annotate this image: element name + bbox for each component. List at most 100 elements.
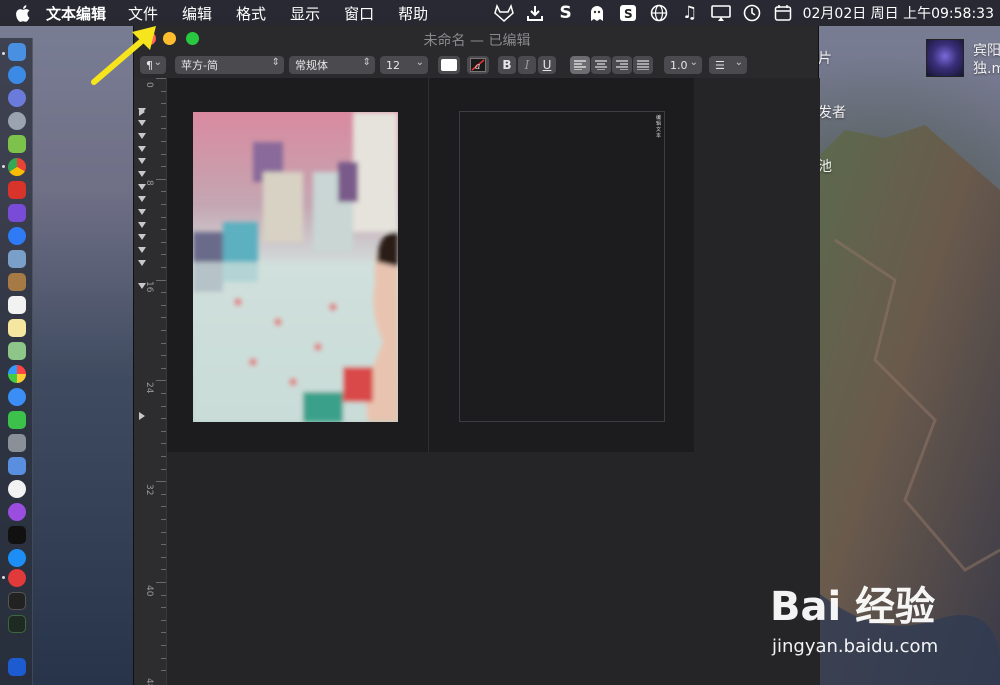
- vpn-icon[interactable]: [8, 658, 26, 676]
- keynote-icon[interactable]: [8, 457, 26, 475]
- ruler-tick: [156, 179, 166, 180]
- two-column-layout: 编辑文本: [167, 78, 694, 452]
- album-artwork[interactable]: [926, 39, 964, 77]
- terminal-icon[interactable]: [8, 592, 26, 610]
- download-icon[interactable]: [524, 3, 546, 23]
- align-left-button[interactable]: [570, 56, 590, 74]
- menu-format[interactable]: 格式: [236, 3, 266, 24]
- ruler-tick: [161, 166, 166, 167]
- menu-clock[interactable]: 02月02日 周日 上午09:58:33: [803, 3, 994, 23]
- italic-button[interactable]: I: [518, 56, 536, 74]
- ruler-number: 40: [144, 585, 154, 597]
- line-spacing-popup[interactable]: 1.0 ⌄: [664, 56, 702, 74]
- tab-stop-marker[interactable]: [138, 146, 146, 152]
- ruler-tick: [161, 116, 166, 117]
- chevron-down-icon: ⌄: [689, 57, 698, 68]
- menu-help[interactable]: 帮助: [398, 3, 428, 24]
- android-icon[interactable]: [8, 135, 26, 153]
- tab-stop-marker[interactable]: [138, 133, 146, 139]
- ticktick-icon[interactable]: [8, 181, 26, 199]
- menu-window[interactable]: 窗口: [344, 3, 374, 24]
- display-icon[interactable]: [710, 3, 732, 23]
- system-preferences-icon[interactable]: [8, 434, 26, 452]
- ruler-tick: [161, 494, 166, 495]
- ghost-icon[interactable]: [586, 3, 608, 23]
- bold-button[interactable]: B: [498, 56, 516, 74]
- calendar-app-icon[interactable]: [8, 296, 26, 314]
- globe-icon[interactable]: [648, 3, 670, 23]
- activity-monitor-icon[interactable]: [8, 615, 26, 633]
- highlight-color-well[interactable]: a: [467, 56, 489, 74]
- calendar-icon[interactable]: [772, 3, 794, 23]
- now-playing-title[interactable]: 宾阳: [973, 40, 1000, 60]
- tab-stop-marker[interactable]: [138, 158, 146, 164]
- tab-stop-marker[interactable]: [138, 283, 146, 289]
- vivaldi-icon[interactable]: [8, 569, 26, 587]
- compass-icon[interactable]: [8, 227, 26, 245]
- font-style-popup[interactable]: 常规体 ⇕: [289, 56, 375, 74]
- tab-stop-marker[interactable]: [138, 260, 146, 266]
- no-color-icon: a: [470, 58, 486, 72]
- menu-edit[interactable]: 编辑: [182, 3, 212, 24]
- podcasts-icon[interactable]: [8, 503, 26, 521]
- font-family-popup[interactable]: 苹方-简 ⇕: [175, 56, 284, 74]
- tab-stop-marker[interactable]: [138, 120, 146, 126]
- gitlab-icon[interactable]: [493, 3, 515, 23]
- align-center-button[interactable]: [591, 56, 611, 74]
- align-right-button[interactable]: [612, 56, 632, 74]
- ruler-tick: [161, 368, 166, 369]
- list-style-popup[interactable]: ☰ ⌄: [709, 56, 747, 74]
- archive-icon[interactable]: [8, 273, 26, 291]
- font-family-value: 苹方-简: [181, 59, 218, 72]
- desktop-item-label[interactable]: 发者: [818, 102, 846, 122]
- maps-icon[interactable]: [8, 342, 26, 360]
- app-store-icon[interactable]: [8, 66, 26, 84]
- menu-view[interactable]: 显示: [290, 3, 320, 24]
- text-box-content[interactable]: 编辑文本: [656, 115, 662, 139]
- font-size-popup[interactable]: 12 ⌄: [380, 56, 428, 74]
- music-icon[interactable]: ♫: [679, 3, 701, 23]
- document-canvas[interactable]: 编辑文本: [167, 78, 820, 685]
- wechat-icon[interactable]: [8, 411, 26, 429]
- ruler-number: 32: [144, 484, 154, 496]
- vertical-ruler[interactable]: 0 8 16 24 32 40 48: [134, 78, 167, 685]
- title-bar[interactable]: 未命名 — 已编辑: [134, 26, 820, 54]
- now-playing-file[interactable]: 独.m: [973, 58, 1000, 78]
- inserted-photo[interactable]: [193, 112, 398, 422]
- tab-stop-marker[interactable]: [138, 247, 146, 253]
- tab-stop-marker[interactable]: [138, 184, 146, 190]
- text-box[interactable]: 编辑文本: [459, 111, 665, 422]
- indent-marker[interactable]: [139, 108, 145, 116]
- justify-button[interactable]: [633, 56, 653, 74]
- chrome-icon[interactable]: [8, 158, 26, 176]
- preview-icon[interactable]: [8, 250, 26, 268]
- photos-icon[interactable]: [8, 365, 26, 383]
- sogou-icon[interactable]: S: [617, 3, 639, 23]
- ruler-tick: [161, 557, 166, 558]
- messages-icon[interactable]: [8, 388, 26, 406]
- tab-stop-marker[interactable]: [138, 209, 146, 215]
- s-app-icon[interactable]: S: [555, 3, 577, 23]
- tab-stop-marker[interactable]: [138, 222, 146, 228]
- itunes-icon[interactable]: [8, 480, 26, 498]
- time-machine-icon[interactable]: [741, 3, 763, 23]
- tab-stop-marker[interactable]: [138, 196, 146, 202]
- text-color-well[interactable]: [438, 56, 460, 74]
- desktop-item-label[interactable]: 池: [818, 156, 832, 176]
- desktop-item-label[interactable]: 片: [818, 48, 832, 68]
- underline-button[interactable]: U: [538, 56, 556, 74]
- apple-menu-icon[interactable]: [0, 4, 46, 22]
- notes-icon[interactable]: [8, 319, 26, 337]
- ruler-tick: [156, 582, 166, 583]
- tab-stop-marker[interactable]: [138, 171, 146, 177]
- ruler-tick: [161, 393, 166, 394]
- app-store-2-icon[interactable]: [8, 549, 26, 567]
- apple-tv-icon[interactable]: [8, 526, 26, 544]
- ruler-tick: [161, 506, 166, 507]
- safari-icon[interactable]: [8, 89, 26, 107]
- finder-icon[interactable]: [8, 43, 26, 61]
- tab-stop-marker[interactable]: [138, 234, 146, 240]
- launchpad-icon[interactable]: [8, 112, 26, 130]
- indent-marker[interactable]: [139, 412, 145, 420]
- notes-app-icon[interactable]: [8, 204, 26, 222]
